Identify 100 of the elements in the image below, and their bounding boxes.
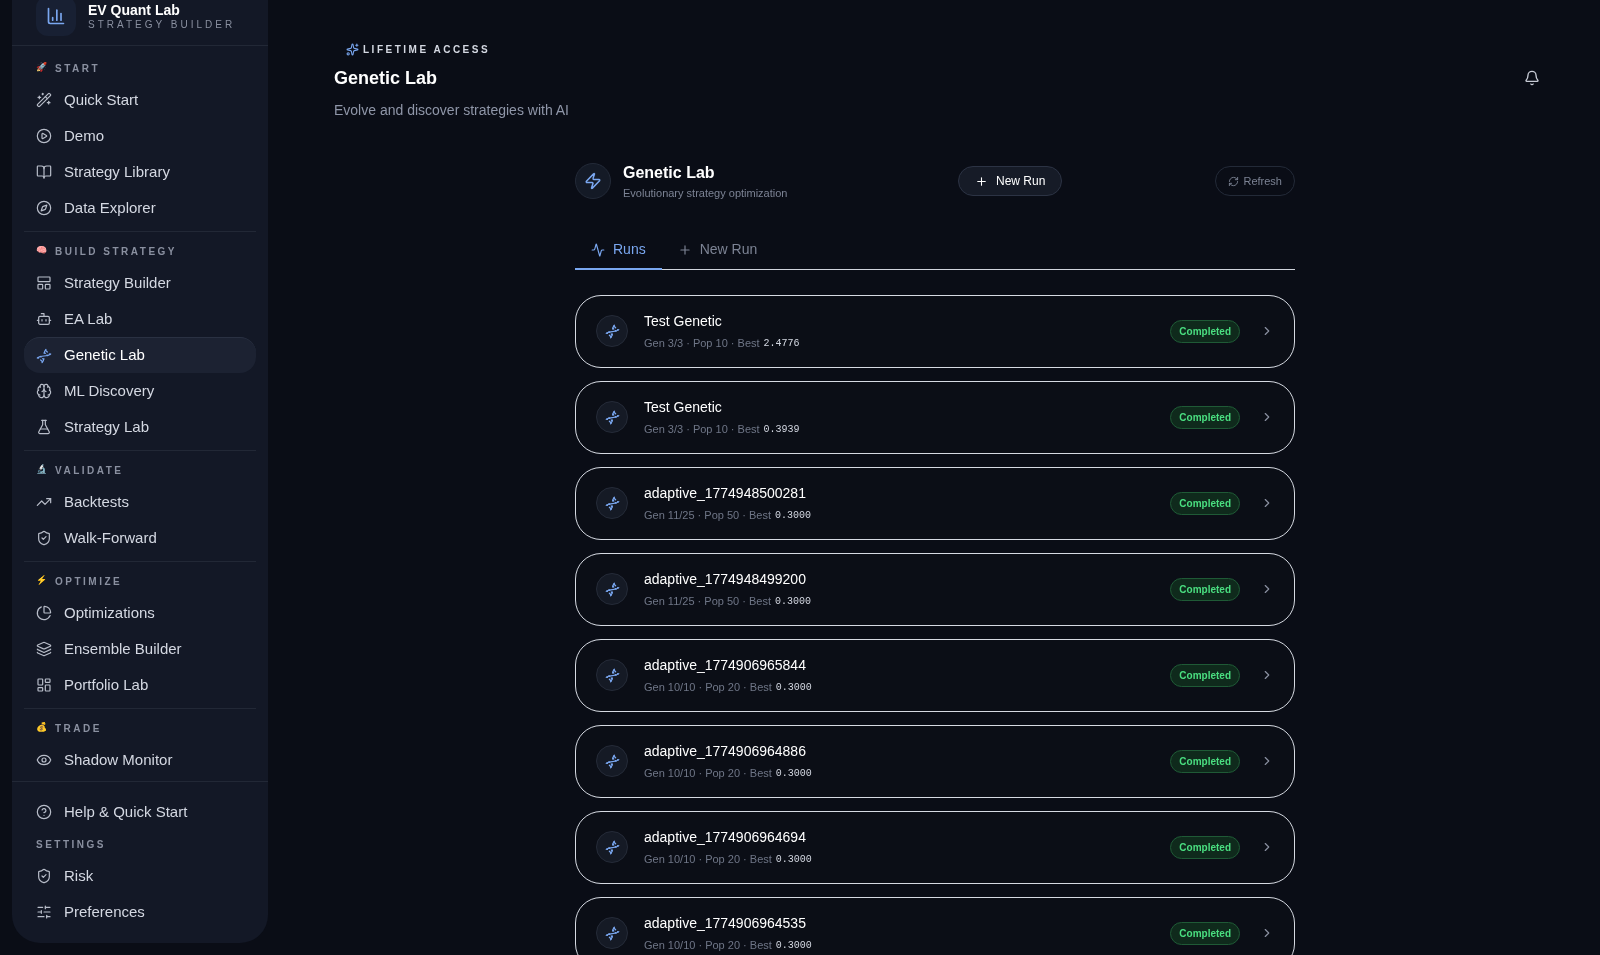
run-card[interactable]: adaptive_1774906964535 Gen 10/10 · Pop 20 · Best 0.3000 Completed xyxy=(575,896,1295,955)
brand-tagline: STRATEGY BUILDER xyxy=(88,18,236,32)
status-badge: Completed xyxy=(1170,577,1240,601)
layers-icon xyxy=(36,641,52,657)
dna-icon xyxy=(604,581,620,597)
new-run-button[interactable]: New Run xyxy=(958,166,1063,197)
run-meta: Gen 3/3 · Pop 10 · Best xyxy=(644,421,760,437)
best-score: 2.4776 xyxy=(763,336,800,351)
refresh-icon xyxy=(1228,175,1240,187)
dna-icon xyxy=(604,409,620,425)
panel-title: Genetic Lab xyxy=(623,163,716,183)
run-name: Test Genetic xyxy=(644,311,723,331)
dna-icon xyxy=(36,347,52,364)
best-score: 0.3000 xyxy=(775,680,812,695)
run-meta: Gen 3/3 · Pop 10 · Best xyxy=(644,335,760,351)
run-card[interactable]: adaptive_1774906964886 Gen 10/10 · Pop 20 · Best 0.3000 Completed xyxy=(575,724,1295,798)
tab[interactable]: Runs xyxy=(575,231,662,270)
nav-item[interactable]: Help & Quick Start xyxy=(24,794,256,830)
sparkles-icon xyxy=(346,43,359,56)
nav-item[interactable]: Data Explorer xyxy=(24,190,256,226)
page-subtitle: Evolve and discover strategies with AI xyxy=(334,101,569,120)
nav-item[interactable]: Quick Start xyxy=(24,82,256,118)
nav-item[interactable]: Strategy Builder xyxy=(24,265,256,301)
best-score: 0.3000 xyxy=(775,508,811,523)
bolt-icon xyxy=(584,172,602,191)
nav-item[interactable]: Strategy Library xyxy=(24,154,256,190)
run-meta: Gen 10/10 · Pop 20 · Best xyxy=(644,765,772,781)
section-emoji: 🧠 xyxy=(36,244,47,258)
dna-icon xyxy=(604,753,620,769)
dna-icon xyxy=(604,925,620,941)
section-heading: TRADE xyxy=(55,721,102,736)
status-badge: Completed xyxy=(1170,749,1240,773)
notification-bell-icon[interactable] xyxy=(1524,70,1540,86)
blocks-icon xyxy=(36,275,52,291)
dna-icon xyxy=(604,839,620,855)
nav-item[interactable]: Walk-Forward xyxy=(24,520,256,556)
best-score: 0.3000 xyxy=(775,594,811,609)
page-title: Genetic Lab xyxy=(334,67,439,90)
section-emoji: 🚀 xyxy=(36,61,47,75)
section-heading: VALIDATE xyxy=(55,463,124,478)
run-meta: Gen 10/10 · Pop 20 · Best xyxy=(644,679,772,695)
plus-icon xyxy=(975,174,988,188)
bar-chart-icon xyxy=(46,5,66,26)
nav-item[interactable]: Portfolio Lab xyxy=(24,667,256,703)
dna-icon xyxy=(604,667,620,683)
section-heading: OPTIMIZE xyxy=(55,574,123,589)
play-icon xyxy=(36,128,52,144)
compass-icon xyxy=(36,200,52,216)
book-icon xyxy=(36,164,52,180)
nav-item[interactable]: Demo xyxy=(24,118,256,154)
flask-icon xyxy=(36,419,52,435)
section-emoji: 💰 xyxy=(36,721,47,735)
wand-icon xyxy=(36,92,52,108)
status-badge: Completed xyxy=(1170,405,1240,429)
status-badge: Completed xyxy=(1170,835,1240,859)
run-card[interactable]: adaptive_1774906965844 Gen 10/10 · Pop 20 · Best 0.3000 Completed xyxy=(575,638,1295,712)
run-card[interactable]: adaptive_1774906964694 Gen 10/10 · Pop 20 · Best 0.3000 Completed xyxy=(575,810,1295,884)
tab[interactable]: New Run xyxy=(661,231,774,270)
panel-subtitle: Evolutionary strategy optimization xyxy=(623,186,789,201)
status-badge: Completed xyxy=(1170,921,1240,945)
access-label: LIFETIME ACCESS xyxy=(363,43,491,57)
layout-icon xyxy=(36,677,52,693)
nav-item[interactable]: Preferences xyxy=(24,894,256,930)
section-heading: BUILD STRATEGY xyxy=(55,244,178,259)
section-emoji: ⚡ xyxy=(36,574,47,588)
run-name: adaptive_1774906965844 xyxy=(644,655,807,675)
run-card[interactable]: adaptive_1774948499200 Gen 11/25 · Pop 50 · Best 0.3000 Completed xyxy=(575,552,1295,626)
best-score: 0.3939 xyxy=(763,422,800,437)
nav-item[interactable]: Shadow Monitor xyxy=(24,742,256,778)
sliders-icon xyxy=(36,904,52,920)
run-name: Test Genetic xyxy=(644,397,723,417)
run-card[interactable]: Test Genetic Gen 3/3 · Pop 10 · Best 0.3939 Completed xyxy=(575,380,1295,454)
run-meta: Gen 10/10 · Pop 20 · Best xyxy=(644,851,772,867)
section-heading: START xyxy=(55,61,101,76)
section-emoji: 🔬 xyxy=(36,463,47,477)
nav-item[interactable]: Optimizations xyxy=(24,595,256,631)
dna-icon xyxy=(604,323,620,339)
nav-item[interactable]: Genetic Lab xyxy=(24,337,256,373)
shield-icon xyxy=(36,868,52,884)
run-card[interactable]: adaptive_1774948500281 Gen 11/25 · Pop 50 · Best 0.3000 Completed xyxy=(575,466,1295,540)
section-heading: SETTINGS xyxy=(35,837,107,852)
best-score: 0.3000 xyxy=(775,766,812,781)
eye-icon xyxy=(36,752,52,768)
run-name: adaptive_1774948499200 xyxy=(644,569,807,589)
nav-item[interactable]: ML Discovery xyxy=(24,373,256,409)
brain-icon xyxy=(36,383,52,399)
run-name: adaptive_1774948500281 xyxy=(644,483,807,503)
run-card[interactable]: Test Genetic Gen 3/3 · Pop 10 · Best 2.4776 Completed xyxy=(575,294,1295,368)
nav-item[interactable]: EA Lab xyxy=(24,301,256,337)
best-score: 0.3000 xyxy=(775,852,812,867)
nav-item[interactable]: Strategy Lab xyxy=(24,409,256,445)
nav-item[interactable]: Backtests xyxy=(24,484,256,520)
robot-icon xyxy=(36,311,52,327)
run-meta: Gen 11/25 · Pop 50 · Best xyxy=(644,507,771,523)
brand-name: EV Quant Lab xyxy=(88,3,181,18)
status-badge: Completed xyxy=(1170,491,1240,515)
nav-item[interactable]: Risk xyxy=(24,858,256,894)
shield-icon xyxy=(36,530,52,546)
dna-icon xyxy=(604,495,620,511)
nav-item[interactable]: Ensemble Builder xyxy=(24,631,256,667)
